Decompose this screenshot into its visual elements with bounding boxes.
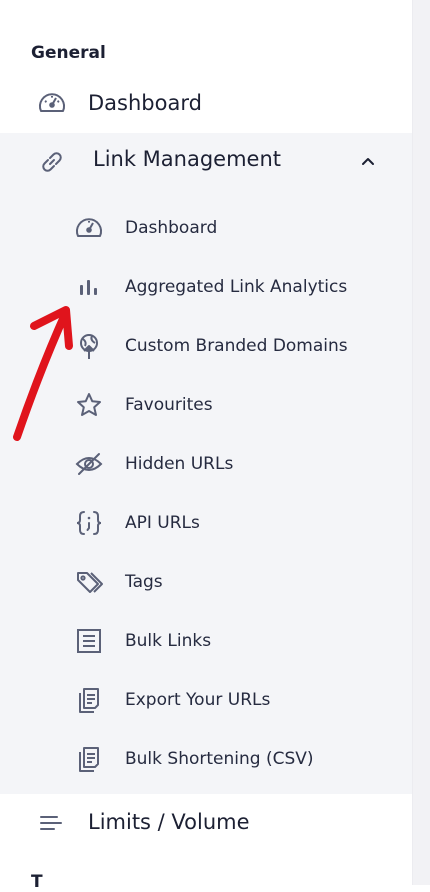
star-icon [74, 391, 104, 419]
sub-item-label: Hidden URLs [125, 454, 234, 474]
list-box-icon [74, 627, 104, 655]
document-copy-icon [74, 686, 104, 714]
nav-item-label: Limits / Volume [88, 810, 250, 834]
globe-upload-icon [74, 332, 104, 360]
section-title-general: General [31, 43, 106, 63]
code-braces-icon [74, 509, 104, 537]
sub-item-bulk-shortening-csv[interactable]: Bulk Shortening (CSV) [0, 730, 412, 788]
gauge-icon [37, 89, 67, 117]
sub-item-label: Custom Branded Domains [125, 336, 348, 356]
chevron-up-icon[interactable] [360, 153, 376, 169]
sub-item-custom-branded-domains[interactable]: Custom Branded Domains [0, 317, 412, 375]
sub-item-label: Aggregated Link Analytics [125, 277, 348, 297]
sub-item-label: Bulk Shortening (CSV) [125, 749, 314, 769]
sub-item-favourites[interactable]: Favourites [0, 376, 412, 434]
scrollbar-track[interactable] [412, 0, 430, 885]
tags-icon [74, 568, 104, 596]
lines-icon [38, 812, 64, 834]
sub-item-bulk-links[interactable]: Bulk Links [0, 612, 412, 670]
nav-item-link-management[interactable]: Link Management [0, 133, 412, 191]
sub-item-label: Export Your URLs [125, 690, 271, 710]
section-title-next: T [31, 872, 43, 892]
sub-item-hidden-urls[interactable]: Hidden URLs [0, 435, 412, 493]
sub-item-label: Dashboard [125, 218, 218, 238]
sub-item-label: Bulk Links [125, 631, 212, 651]
nav-item-limits-volume[interactable]: Limits / Volume [0, 796, 412, 852]
link-management-group: Link Management Dashboard Aggregated Lin… [0, 133, 412, 794]
sub-item-dashboard[interactable]: Dashboard [0, 199, 412, 257]
nav-item-label: Link Management [93, 147, 282, 171]
sub-item-label: Tags [125, 572, 163, 592]
sub-item-label: Favourites [125, 395, 213, 415]
sub-item-export-your-urls[interactable]: Export Your URLs [0, 671, 412, 729]
sub-item-label: API URLs [125, 513, 200, 533]
nav-item-dashboard[interactable]: Dashboard [0, 76, 412, 130]
sub-item-api-urls[interactable]: API URLs [0, 494, 412, 552]
gauge-icon [74, 214, 104, 242]
sub-item-aggregated-link-analytics[interactable]: Aggregated Link Analytics [0, 258, 412, 316]
link-icon [37, 147, 67, 177]
sub-item-tags[interactable]: Tags [0, 553, 412, 611]
eye-off-icon [74, 450, 104, 478]
bar-chart-icon [74, 273, 104, 301]
document-copy-icon [74, 745, 104, 773]
nav-item-label: Dashboard [88, 91, 202, 115]
